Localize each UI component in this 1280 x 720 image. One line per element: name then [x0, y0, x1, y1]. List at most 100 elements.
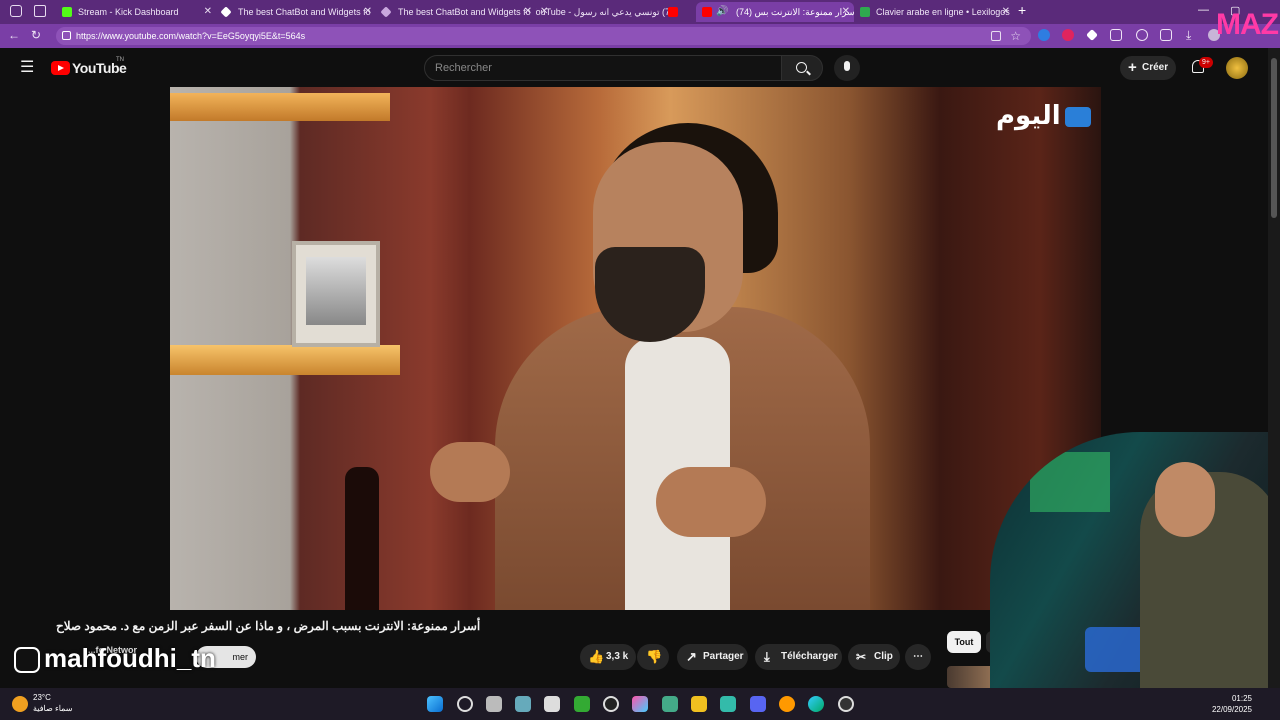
- close-icon[interactable]: ✕: [524, 2, 532, 22]
- favorites-icon[interactable]: [1160, 29, 1172, 41]
- workspaces-icon[interactable]: [10, 5, 22, 17]
- share-icon: ↗: [686, 649, 697, 664]
- extension-icon[interactable]: [1038, 29, 1050, 41]
- page-scrollbar[interactable]: [1268, 48, 1280, 688]
- picture: [306, 257, 366, 325]
- youtube-header: ☰ YouTube TN Rechercher + Créer 9+: [0, 48, 1268, 88]
- app-icon[interactable]: [603, 696, 619, 712]
- shelf: [170, 93, 390, 121]
- tab-label: The best ChatBot and Widgets fo: [398, 7, 531, 17]
- share-label: Partager: [703, 651, 744, 662]
- app-icon[interactable]: [720, 696, 736, 712]
- speaker-hand: [430, 442, 510, 502]
- apps-icon[interactable]: [991, 31, 1001, 41]
- new-tab-icon[interactable]: +: [1018, 2, 1026, 18]
- extension-icon[interactable]: [1062, 29, 1074, 41]
- back-icon[interactable]: ←: [8, 28, 20, 42]
- channel-watermark: اليوم: [996, 101, 1091, 131]
- extensions-icon[interactable]: [1110, 29, 1122, 41]
- tab-chatbot-2[interactable]: The best ChatBot and Widgets fo ✕: [376, 2, 536, 22]
- time: 01:25: [1231, 694, 1252, 703]
- scissors-icon: ✂: [856, 650, 867, 664]
- shelf: [170, 345, 400, 375]
- url-field[interactable]: https://www.youtube.com/watch?v=EeG5oyqy…: [56, 27, 1031, 45]
- download-label: Télécharger: [781, 651, 838, 662]
- dislike-button[interactable]: 👎: [637, 644, 669, 670]
- file-explorer-icon[interactable]: [691, 696, 707, 712]
- voice-search-button[interactable]: [834, 55, 860, 81]
- close-icon[interactable]: ✕: [842, 2, 850, 22]
- tab-label: Clavier arabe en ligne • Lexilogos: [876, 7, 1010, 17]
- extension-icon[interactable]: [1086, 29, 1098, 41]
- close-icon[interactable]: ✕: [1002, 2, 1010, 22]
- tab-label: (74) أسرار ممنوعة: الانترنت بس...: [736, 7, 854, 17]
- search-input[interactable]: Rechercher: [424, 55, 782, 81]
- refresh-icon[interactable]: ↻: [31, 28, 41, 42]
- tab-youtube-1[interactable]: (74) تونسي يدعي انه رسول - YouTube ✕: [536, 2, 696, 22]
- speaker-hand: [656, 467, 766, 537]
- tab-youtube-active[interactable]: 🔊 (74) أسرار ممنوعة: الانترنت بس... ✕: [696, 2, 854, 22]
- edge-icon[interactable]: [808, 696, 824, 712]
- close-icon[interactable]: ✕: [364, 2, 372, 22]
- speaker-icon[interactable]: 🔊: [716, 2, 728, 22]
- address-bar-row: ← ↻ https://www.youtube.com/watch?v=EeG5…: [0, 24, 1280, 48]
- search-icon[interactable]: [457, 696, 473, 712]
- app-icon[interactable]: [515, 696, 531, 712]
- streamer-webcam: [990, 432, 1280, 688]
- tab-label: (74) تونسي يدعي انه رسول - YouTube: [536, 7, 678, 17]
- download-button[interactable]: ⤓ Télécharger: [755, 644, 842, 670]
- download-icon[interactable]: ⤓: [1186, 28, 1191, 43]
- thumbs-up-icon: 👍: [588, 649, 605, 664]
- start-icon[interactable]: [427, 696, 443, 712]
- search-button[interactable]: [781, 55, 823, 81]
- youtube-icon: [668, 7, 678, 17]
- share-button[interactable]: ↗ Partager: [677, 644, 748, 670]
- system-clock[interactable]: 01:25 22/09/2025: [1200, 693, 1252, 715]
- like-button[interactable]: 👍 3,3 k: [580, 644, 636, 670]
- alyoum-logo-icon: [1064, 106, 1091, 127]
- app-icon[interactable]: [662, 696, 678, 712]
- lexilogos-icon: [860, 7, 870, 17]
- minimize-icon[interactable]: —: [1198, 4, 1209, 16]
- avatar[interactable]: [1226, 57, 1248, 79]
- tab-kick[interactable]: Stream - Kick Dashboard ✕: [56, 2, 216, 22]
- streamer-face: [1155, 462, 1215, 537]
- chatbot-icon: [220, 6, 232, 18]
- site-info-icon[interactable]: [62, 31, 71, 40]
- discord-icon[interactable]: [750, 696, 766, 712]
- youtube-icon: [702, 7, 712, 17]
- search-icon-handle: [806, 70, 811, 76]
- browser-tab-bar: Stream - Kick Dashboard ✕ The best ChatB…: [0, 0, 1280, 24]
- app-icon[interactable]: [779, 696, 795, 712]
- chatbot-icon: [380, 6, 392, 18]
- weather-widget[interactable]: 23°C سماء صافية: [12, 692, 92, 714]
- task-view-icon[interactable]: [486, 696, 502, 712]
- windows-taskbar: 23°C سماء صافية 01:25 22/09/2025: [0, 688, 1280, 720]
- tab-lexilogos[interactable]: Clavier arabe en ligne • Lexilogos ✕: [854, 2, 1014, 22]
- app-icon[interactable]: [544, 696, 560, 712]
- app-icon[interactable]: [574, 696, 590, 712]
- kick-icon: [62, 7, 72, 17]
- video-player[interactable]: اليوم: [170, 87, 1101, 610]
- close-icon[interactable]: ✕: [540, 2, 548, 22]
- weather-condition: سماء صافية: [33, 704, 73, 713]
- bookmark-star-icon[interactable]: ☆: [1010, 27, 1021, 45]
- like-count: 3,3 k: [606, 651, 629, 662]
- chip-all[interactable]: Tout: [947, 631, 981, 653]
- play-triangle-icon: [58, 65, 64, 71]
- plus-icon: +: [1128, 59, 1137, 76]
- tab-chatbot-1[interactable]: The best ChatBot and Widgets fo ✕: [216, 2, 376, 22]
- tab-label: Stream - Kick Dashboard: [78, 7, 179, 17]
- clip-button[interactable]: ✂ Clip: [848, 644, 900, 670]
- menu-icon[interactable]: ☰: [20, 60, 34, 76]
- profile-switch-icon[interactable]: [1136, 29, 1148, 41]
- more-actions-button[interactable]: ⋯: [905, 644, 931, 670]
- microphone-icon: [844, 61, 850, 71]
- tab-actions-icon[interactable]: [34, 5, 46, 17]
- copilot-icon[interactable]: [632, 696, 648, 712]
- obs-icon[interactable]: [838, 696, 854, 712]
- more-icon: ⋯: [913, 651, 923, 662]
- scroll-thumb[interactable]: [1271, 58, 1277, 218]
- create-button[interactable]: + Créer: [1120, 56, 1176, 80]
- close-icon[interactable]: ✕: [204, 2, 212, 22]
